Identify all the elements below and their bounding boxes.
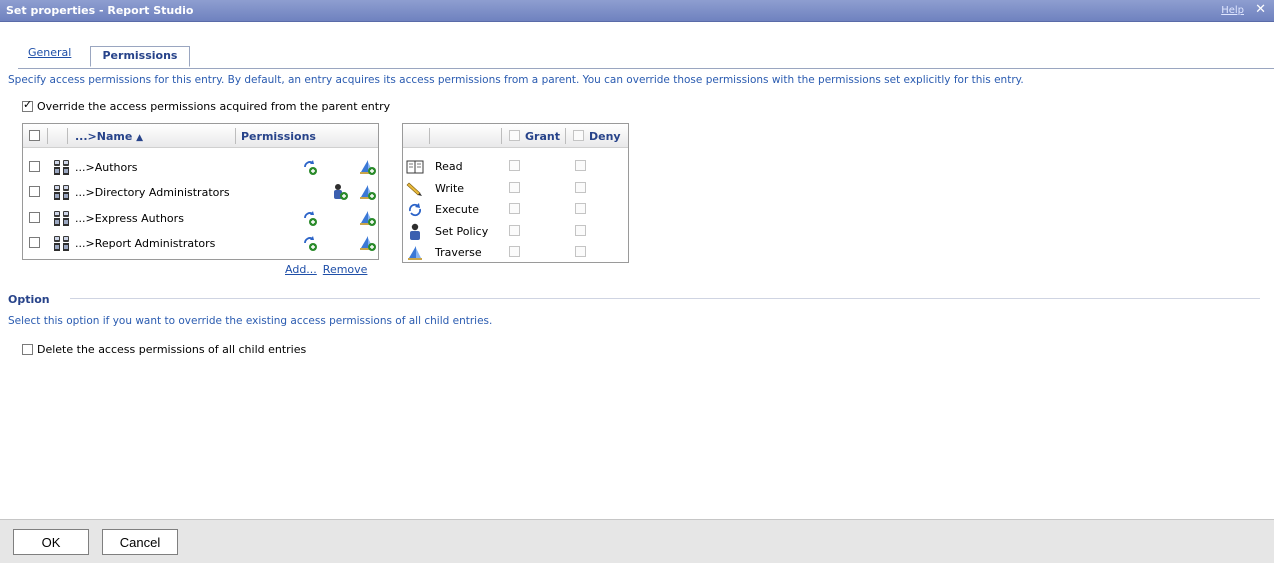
delete-child-permissions-option[interactable]: Delete the access permissions of all chi… bbox=[22, 343, 306, 356]
set-policy-granted-icon bbox=[331, 183, 349, 201]
table-row[interactable]: ...>Express Authors bbox=[23, 207, 378, 229]
traverse-icon bbox=[406, 244, 424, 262]
row-checkbox[interactable] bbox=[29, 186, 40, 197]
entry-name[interactable]: ...>Express Authors bbox=[75, 212, 184, 225]
permissions-table-header: Grant Deny bbox=[403, 124, 628, 148]
sort-ascending-icon[interactable]: ▲ bbox=[136, 133, 143, 143]
option-description: Select this option if you want to overri… bbox=[8, 315, 493, 327]
header-separator bbox=[67, 128, 68, 144]
entries-table: ...>Name ▲ Permissions ...>Authors ...>D… bbox=[22, 123, 379, 260]
traverse-granted-icon bbox=[359, 158, 377, 176]
group-icon bbox=[53, 209, 71, 227]
deny-checkbox[interactable] bbox=[575, 182, 586, 193]
help-link[interactable]: Help bbox=[1221, 5, 1244, 16]
grant-all-checkbox[interactable] bbox=[509, 130, 520, 141]
ok-button[interactable]: OK bbox=[13, 529, 89, 555]
group-icon bbox=[53, 158, 71, 176]
permission-row: Traverse bbox=[403, 242, 628, 263]
override-label: Override the access permissions acquired… bbox=[37, 100, 391, 113]
permissions-column-header[interactable]: Permissions bbox=[241, 130, 316, 143]
permission-label: Read bbox=[435, 160, 463, 173]
entries-actions: Add... Remove bbox=[285, 263, 373, 276]
permission-row: Set Policy bbox=[403, 221, 628, 242]
header-separator bbox=[429, 128, 430, 144]
traverse-granted-icon bbox=[359, 209, 377, 227]
deny-checkbox[interactable] bbox=[575, 246, 586, 257]
execute-granted-icon bbox=[301, 234, 319, 252]
traverse-granted-icon bbox=[359, 234, 377, 252]
grant-checkbox[interactable] bbox=[509, 160, 520, 171]
traverse-granted-icon bbox=[359, 183, 377, 201]
grant-checkbox[interactable] bbox=[509, 203, 520, 214]
execute-icon bbox=[406, 201, 424, 219]
deny-checkbox[interactable] bbox=[575, 203, 586, 214]
grant-checkbox[interactable] bbox=[509, 182, 520, 193]
override-option[interactable]: Override the access permissions acquired… bbox=[22, 98, 391, 113]
header-separator bbox=[565, 128, 566, 144]
permission-row: Write bbox=[403, 178, 628, 199]
deny-checkbox[interactable] bbox=[575, 160, 586, 171]
row-checkbox[interactable] bbox=[29, 237, 40, 248]
delete-child-permissions-checkbox[interactable] bbox=[22, 343, 33, 355]
remove-link[interactable]: Remove bbox=[323, 263, 368, 276]
permission-label: Write bbox=[435, 182, 465, 195]
tab-general[interactable]: General bbox=[28, 46, 71, 59]
close-icon[interactable]: ✕ bbox=[1255, 2, 1266, 17]
table-row[interactable]: ...>Report Administrators bbox=[23, 232, 378, 254]
title-bar: Set properties - Report Studio Help ✕ bbox=[0, 0, 1274, 22]
entry-name[interactable]: ...>Directory Administrators bbox=[75, 186, 230, 199]
grant-column-header: Grant bbox=[525, 130, 560, 143]
deny-all-checkbox[interactable] bbox=[573, 130, 584, 141]
permission-label: Traverse bbox=[435, 246, 482, 259]
execute-granted-icon bbox=[301, 209, 319, 227]
window-title: Set properties - Report Studio bbox=[6, 4, 194, 17]
select-all-checkbox[interactable] bbox=[29, 130, 40, 141]
row-checkbox[interactable] bbox=[29, 161, 40, 172]
option-divider bbox=[70, 298, 1260, 299]
permission-label: Set Policy bbox=[435, 225, 489, 238]
permission-label: Execute bbox=[435, 203, 479, 216]
row-checkbox[interactable] bbox=[29, 212, 40, 223]
dialog-footer: OK Cancel bbox=[0, 519, 1274, 563]
group-icon bbox=[53, 234, 71, 252]
name-column-header[interactable]: ...>Name ▲ bbox=[75, 130, 143, 143]
entry-name[interactable]: ...>Authors bbox=[75, 161, 137, 174]
header-separator bbox=[47, 128, 48, 144]
delete-child-permissions-label: Delete the access permissions of all chi… bbox=[37, 343, 307, 356]
permissions-table: Grant Deny Read Write Execute Set Policy… bbox=[402, 123, 629, 263]
permission-row: Read bbox=[403, 156, 628, 177]
entries-table-header: ...>Name ▲ Permissions bbox=[23, 124, 378, 148]
permission-row: Execute bbox=[403, 199, 628, 220]
permissions-description: Specify access permissions for this entr… bbox=[8, 74, 1024, 86]
deny-column-header: Deny bbox=[589, 130, 621, 143]
cancel-button[interactable]: Cancel bbox=[102, 529, 178, 555]
grant-checkbox[interactable] bbox=[509, 246, 520, 257]
header-separator bbox=[235, 128, 236, 144]
execute-granted-icon bbox=[301, 158, 319, 176]
header-separator bbox=[501, 128, 502, 144]
deny-checkbox[interactable] bbox=[575, 225, 586, 236]
entry-name[interactable]: ...>Report Administrators bbox=[75, 237, 215, 250]
grant-checkbox[interactable] bbox=[509, 225, 520, 236]
add-link[interactable]: Add... bbox=[285, 263, 317, 276]
table-row[interactable]: ...>Directory Administrators bbox=[23, 181, 378, 203]
book-icon bbox=[406, 158, 424, 176]
table-row[interactable]: ...>Authors bbox=[23, 156, 378, 178]
option-section-title: Option bbox=[8, 293, 50, 306]
override-checkbox[interactable] bbox=[22, 98, 33, 112]
pencil-icon bbox=[406, 180, 424, 198]
user-icon bbox=[406, 223, 424, 241]
group-icon bbox=[53, 183, 71, 201]
tab-permissions[interactable]: Permissions bbox=[90, 46, 190, 67]
tab-divider bbox=[18, 68, 1274, 69]
